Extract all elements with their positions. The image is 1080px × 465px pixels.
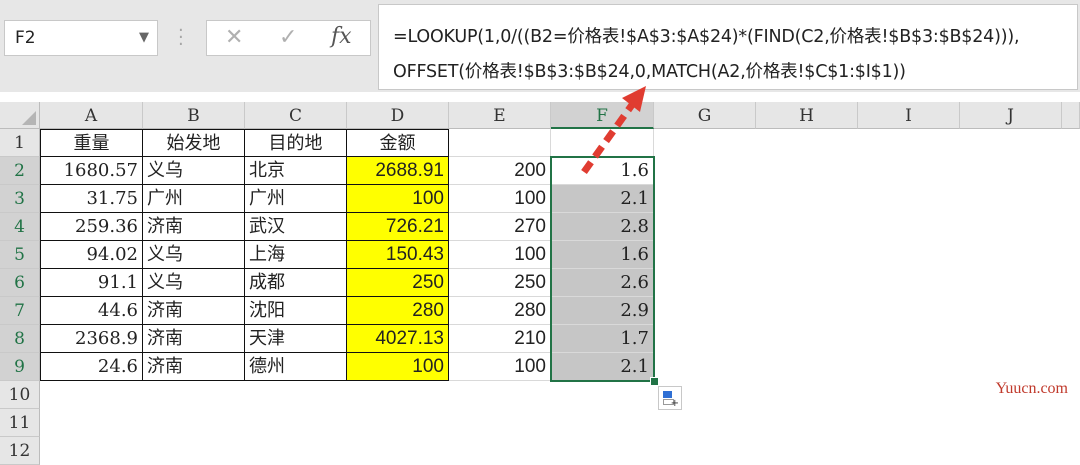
table-cell-c6[interactable]: 成都 [245,269,347,297]
table-cell-a3[interactable]: 31.75 [40,185,143,213]
table-cell-f8[interactable]: 1.7 [551,325,654,353]
header-cell-c1[interactable]: 目的地 [245,129,347,157]
cell-e1[interactable] [449,129,551,157]
row-header-5[interactable]: 5 [0,241,40,269]
table-cell-c5[interactable]: 上海 [245,241,347,269]
table-cell-a6[interactable]: 91.1 [40,269,143,297]
table-cell-b8[interactable]: 济南 [143,325,245,353]
table-cell-d2[interactable]: 2688.91 [347,157,449,185]
table-cell-a4[interactable]: 259.36 [40,213,143,241]
table-cell-c9[interactable]: 德州 [245,353,347,381]
fill-handle[interactable] [650,377,659,386]
table-cell-f4[interactable]: 2.8 [551,213,654,241]
table-cell-f5[interactable]: 1.6 [551,241,654,269]
table-cell-c7[interactable]: 沈阳 [245,297,347,325]
cancel-icon[interactable]: ✕ [225,25,243,50]
header-cell-d1[interactable]: 金额 [347,129,449,157]
column-header-g[interactable]: G [654,102,756,129]
table-cell-e9[interactable]: 100 [449,353,551,381]
table-cell-b5[interactable]: 义乌 [143,241,245,269]
column-header-a[interactable]: A [40,102,143,129]
table-cell-c8[interactable]: 天津 [245,325,347,353]
column-header-h[interactable]: H [756,102,858,129]
select-all-corner[interactable] [0,102,40,129]
table-cell-f3[interactable]: 2.1 [551,185,654,213]
row-header-2[interactable]: 2 [0,157,40,185]
row-header-4[interactable]: 4 [0,213,40,241]
header-cell-b1[interactable]: 始发地 [143,129,245,157]
table-cell-d5[interactable]: 150.43 [347,241,449,269]
row-header-8[interactable]: 8 [0,325,40,353]
column-header-c[interactable]: C [245,102,347,129]
column-header-k[interactable] [1062,102,1080,129]
table-cell-a5[interactable]: 94.02 [40,241,143,269]
table-cell-a9[interactable]: 24.6 [40,353,143,381]
column-header-b[interactable]: B [143,102,245,129]
column-header-j[interactable]: J [960,102,1062,129]
table-cell-e2[interactable]: 200 [449,157,551,185]
table-cell-d7[interactable]: 280 [347,297,449,325]
formula-input[interactable]: =LOOKUP(1,0/((B2=价格表!$A$3:$A$24)*(FIND(C… [378,4,1078,90]
row-header-11[interactable]: 11 [0,409,40,437]
row-header-6[interactable]: 6 [0,269,40,297]
row-header-1[interactable]: 1 [0,129,40,157]
table-cell-e7[interactable]: 280 [449,297,551,325]
table-cell-c4[interactable]: 武汉 [245,213,347,241]
table-cell-a2[interactable]: 1680.57 [40,157,143,185]
name-box[interactable]: F2 ▼ [4,20,158,56]
table-cell-b7[interactable]: 济南 [143,297,245,325]
fx-icon[interactable]: fx [331,24,352,49]
annotation-arrow [581,86,646,175]
row-header-12[interactable]: 12 [0,437,40,465]
table-cell-f9[interactable]: 2.1 [551,353,654,381]
column-header-e[interactable]: E [449,102,551,129]
formula-bar-divider[interactable]: · · · [178,22,184,54]
quick-analysis-icon [663,391,672,398]
table-cell-a7[interactable]: 44.6 [40,297,143,325]
formula-bar-area: F2 ▼ · · · ✕ ✓ fx =LOOKUP(1,0/((B2=价格表!$A$… [0,0,1080,92]
enter-icon[interactable]: ✓ [279,25,297,50]
table-cell-e6[interactable]: 250 [449,269,551,297]
formula-line-2: OFFSET(价格表!$B$3:$B$24,0,MATCH(A2,价格表!$C$… [393,62,906,82]
name-box-value: F2 [15,28,36,48]
table-cell-f6[interactable]: 2.6 [551,269,654,297]
table-cell-c3[interactable]: 广州 [245,185,347,213]
formula-buttons: ✕ ✓ fx [206,20,371,56]
quick-analysis-button[interactable]: + [658,386,682,410]
header-cell-a1[interactable]: 重量 [40,129,143,157]
watermark: Yuucn.com [995,380,1068,397]
formula-line-1: =LOOKUP(1,0/((B2=价格表!$A$3:$A$24)*(FIND(C… [393,27,1020,47]
dropdown-arrow-icon[interactable]: ▼ [139,30,149,45]
table-cell-b9[interactable]: 济南 [143,353,245,381]
column-header-i[interactable]: I [858,102,960,129]
table-cell-e5[interactable]: 100 [449,241,551,269]
table-cell-a8[interactable]: 2368.9 [40,325,143,353]
table-cell-b3[interactable]: 广州 [143,185,245,213]
row-header-7[interactable]: 7 [0,297,40,325]
annotation-arrow-shaft [581,99,637,175]
table-cell-b6[interactable]: 义乌 [143,269,245,297]
row-header-3[interactable]: 3 [0,185,40,213]
row-header-10[interactable]: 10 [0,381,40,409]
table-cell-d9[interactable]: 100 [347,353,449,381]
table-cell-f7[interactable]: 2.9 [551,297,654,325]
table-cell-b2[interactable]: 义乌 [143,157,245,185]
table-cell-d6[interactable]: 250 [347,269,449,297]
table-cell-e8[interactable]: 210 [449,325,551,353]
table-cell-d3[interactable]: 100 [347,185,449,213]
table-cell-e3[interactable]: 100 [449,185,551,213]
table-cell-d4[interactable]: 726.21 [347,213,449,241]
table-cell-e4[interactable]: 270 [449,213,551,241]
table-cell-d8[interactable]: 4027.13 [347,325,449,353]
column-header-d[interactable]: D [347,102,449,129]
table-cell-c2[interactable]: 北京 [245,157,347,185]
select-all-icon [22,111,36,125]
row-header-9[interactable]: 9 [0,353,40,381]
table-cell-b4[interactable]: 济南 [143,213,245,241]
